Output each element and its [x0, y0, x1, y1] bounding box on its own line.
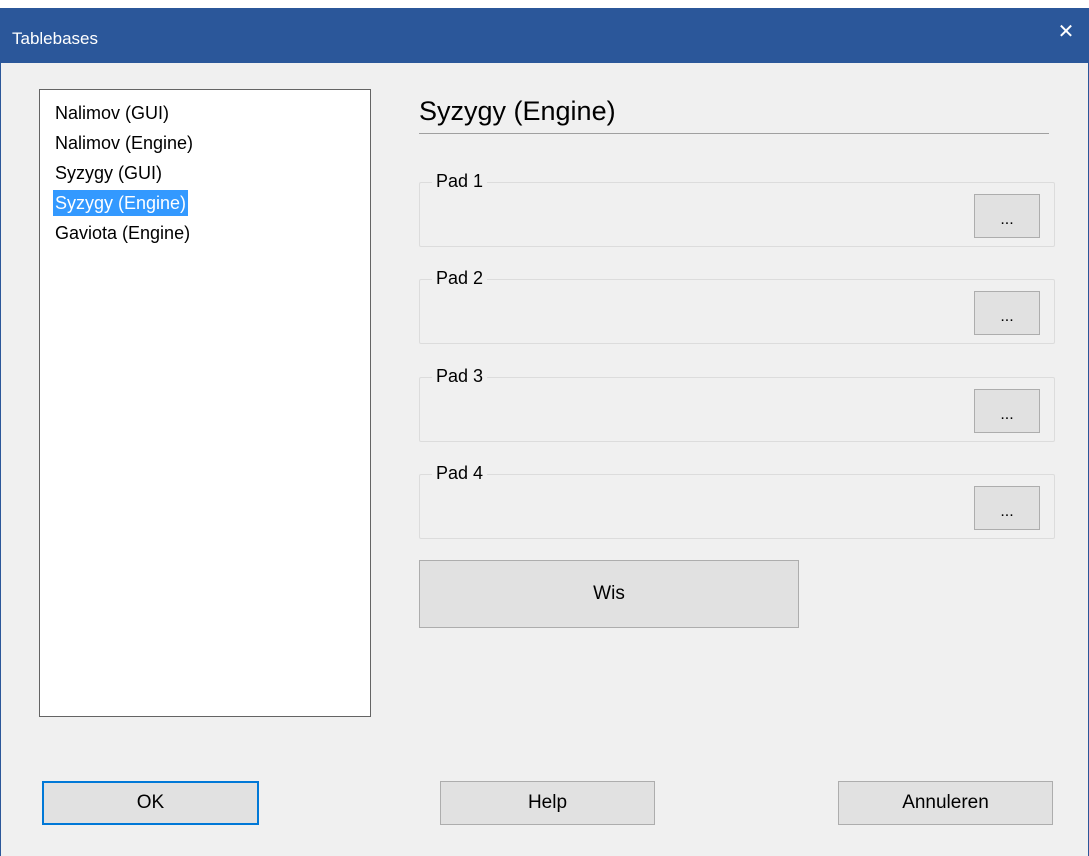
tablebase-list[interactable]: Nalimov (GUI) Nalimov (Engine) Syzygy (G…: [39, 89, 371, 717]
pad-2-group: Pad 2 ...: [419, 268, 1055, 344]
tablebases-dialog: Tablebases ✕ Nalimov (GUI) Nalimov (Engi…: [0, 8, 1089, 856]
list-item-label: Nalimov (GUI): [55, 103, 170, 123]
list-item-syzygy-engine[interactable]: Syzygy (Engine): [53, 188, 370, 218]
pad-1-label: Pad 1: [432, 171, 488, 192]
list-item-label: Syzygy (GUI): [55, 163, 163, 183]
list-item-label: Nalimov (Engine): [55, 133, 194, 153]
pad-2-label: Pad 2: [432, 268, 488, 289]
pad-4-label: Pad 4: [432, 463, 488, 484]
list-item-syzygy-gui[interactable]: Syzygy (GUI): [53, 158, 370, 188]
list-item-label: Gaviota (Engine): [55, 223, 191, 243]
pad-4-browse-button[interactable]: ...: [974, 486, 1040, 530]
pad-1-group: Pad 1 ...: [419, 171, 1055, 247]
pad-3-label: Pad 3: [432, 366, 488, 387]
pad-3-group: Pad 3 ...: [419, 366, 1055, 442]
list-item-nalimov-gui[interactable]: Nalimov (GUI): [53, 98, 370, 128]
pad-4-group: Pad 4 ...: [419, 463, 1055, 539]
list-item-gaviota-engine[interactable]: Gaviota (Engine): [53, 218, 370, 248]
pad-1-browse-button[interactable]: ...: [974, 194, 1040, 238]
section-title: Syzygy (Engine): [419, 88, 1049, 134]
window-title: Tablebases: [12, 29, 99, 48]
list-item-nalimov-engine[interactable]: Nalimov (Engine): [53, 128, 370, 158]
ok-button[interactable]: OK: [42, 781, 259, 825]
pad-2-browse-button[interactable]: ...: [974, 291, 1040, 335]
title-bar[interactable]: Tablebases ✕: [0, 8, 1089, 63]
close-icon[interactable]: ✕: [1043, 8, 1089, 54]
cancel-button[interactable]: Annuleren: [838, 781, 1053, 825]
list-item-label: Syzygy (Engine): [53, 190, 189, 216]
clear-button[interactable]: Wis: [419, 560, 799, 628]
help-button[interactable]: Help: [440, 781, 655, 825]
pad-3-browse-button[interactable]: ...: [974, 389, 1040, 433]
